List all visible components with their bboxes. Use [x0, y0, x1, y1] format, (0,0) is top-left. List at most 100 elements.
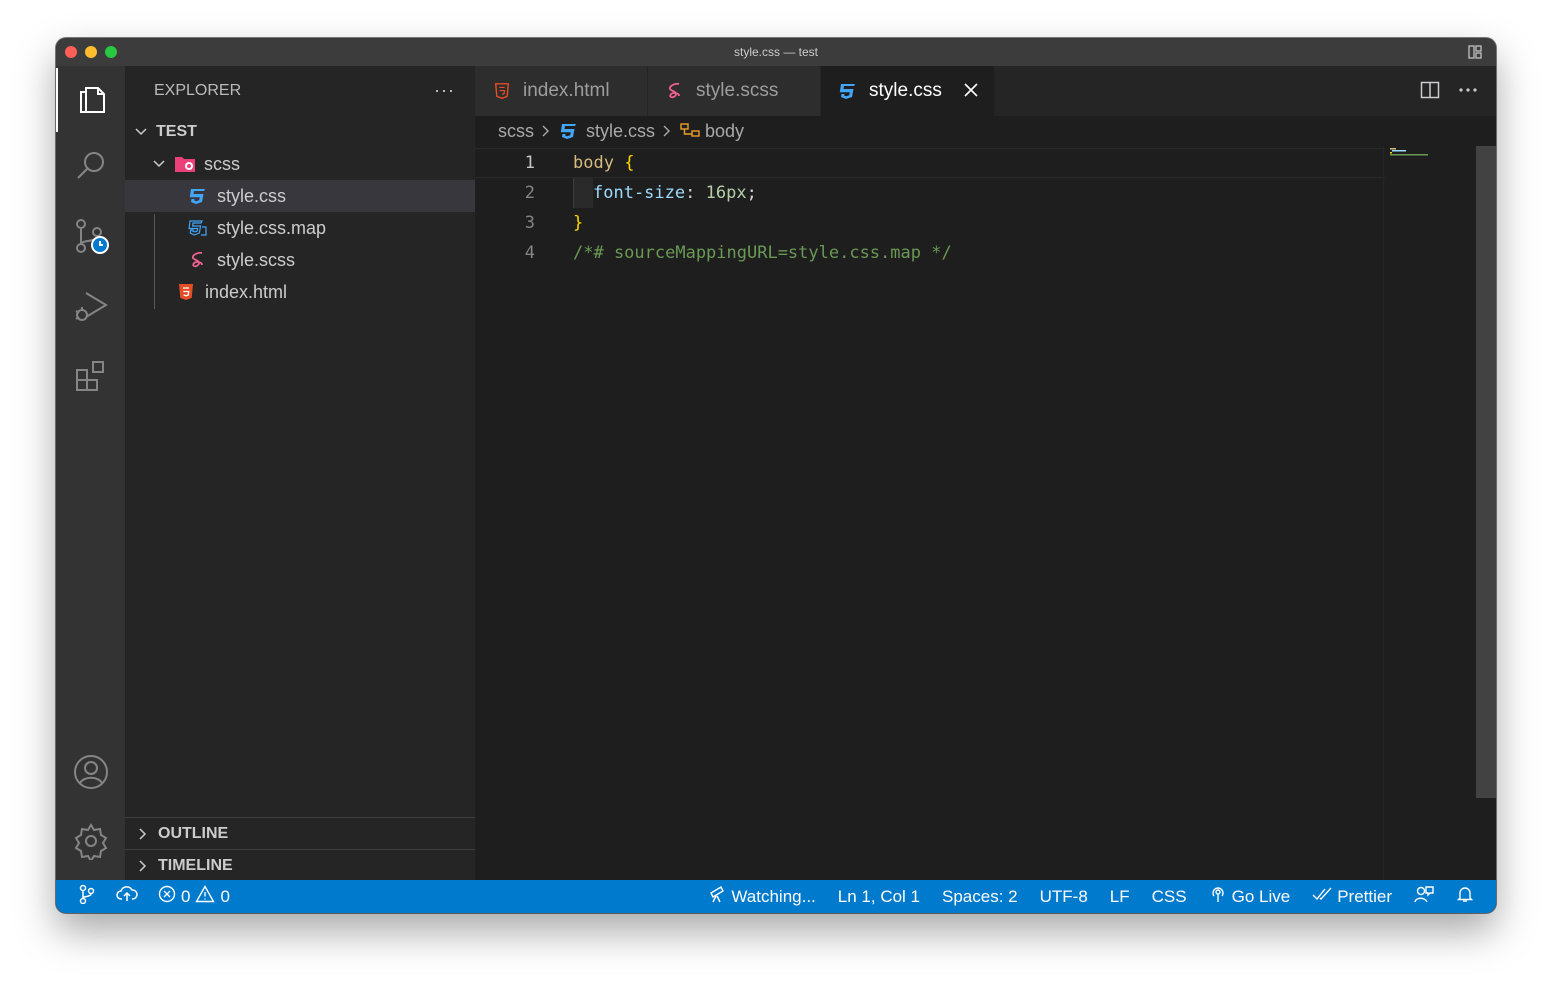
- extensions-icon: [73, 358, 109, 399]
- explorer-activity-button[interactable]: [56, 68, 125, 132]
- manage-activity-button[interactable]: [56, 811, 125, 875]
- tab-index-html[interactable]: index.html: [475, 66, 648, 116]
- breadcrumb-folder[interactable]: scss: [498, 121, 534, 142]
- run-debug-activity-button[interactable]: [56, 276, 125, 340]
- code-line[interactable]: 3 }: [475, 208, 1385, 238]
- workspace-folder-test[interactable]: TEST: [125, 116, 475, 148]
- tree-file-style-scss[interactable]: style.scss: [125, 244, 475, 276]
- explorer-title: EXPLORER: [154, 82, 242, 99]
- code-content: body {: [573, 153, 634, 173]
- line-number: 2: [524, 183, 535, 203]
- prettier-label: Prettier: [1337, 886, 1392, 906]
- tree-file-style-css-map[interactable]: style.css.map: [125, 212, 475, 244]
- line-number: 4: [524, 243, 535, 263]
- tab-label: style.scss: [696, 80, 779, 101]
- go-live-label: Go Live: [1231, 886, 1291, 906]
- code-line[interactable]: 4 /*# sourceMappingURL=style.css.map */: [475, 238, 1385, 268]
- sidebar-collapsed-sections: OUTLINE TIMELINE: [125, 817, 475, 881]
- css3-icon: [837, 80, 859, 102]
- css-colon: :: [685, 183, 706, 203]
- bell-icon: [1456, 885, 1474, 908]
- symbol-class-icon: [679, 120, 701, 142]
- line-number: 3: [524, 213, 535, 233]
- problems-status[interactable]: 0 0: [158, 885, 230, 908]
- sass-icon: [187, 249, 209, 271]
- breadcrumb-symbol[interactable]: body: [679, 120, 744, 142]
- css-semicolon: ;: [746, 183, 757, 203]
- extensions-activity-button[interactable]: [56, 346, 125, 410]
- cursor-position[interactable]: Ln 1, Col 1: [838, 887, 920, 907]
- chevron-right-icon: [540, 124, 552, 138]
- tab-style-scss[interactable]: style.scss: [648, 66, 821, 116]
- tree-file-index-html[interactable]: index.html: [125, 276, 475, 308]
- css-selector: body: [573, 153, 614, 173]
- gear-icon: [72, 822, 110, 865]
- account-icon: [72, 753, 110, 796]
- breadcrumb-file[interactable]: style.css: [558, 120, 655, 142]
- notifications-button[interactable]: [1456, 885, 1474, 908]
- maximize-window-button[interactable]: [105, 46, 117, 58]
- minimize-window-button[interactable]: [85, 46, 97, 58]
- window-controls: [65, 46, 117, 58]
- tab-label: index.html: [523, 80, 610, 101]
- accounts-activity-button[interactable]: [56, 742, 125, 806]
- tab-label: style.css: [869, 80, 942, 101]
- tree-file-style-css[interactable]: style.css: [125, 180, 475, 212]
- code-line[interactable]: 2 font-size: 16px;: [475, 178, 1385, 208]
- language-mode[interactable]: CSS: [1152, 887, 1187, 907]
- css-property: font-size: [593, 183, 686, 203]
- sass-watch-status[interactable]: Watching...: [708, 885, 816, 908]
- feedback-button[interactable]: [1414, 885, 1434, 908]
- timeline-section[interactable]: TIMELINE: [125, 849, 475, 881]
- more-actions-icon[interactable]: ···: [434, 80, 455, 101]
- encoding-status[interactable]: UTF-8: [1040, 887, 1088, 907]
- error-count: 0: [181, 886, 191, 906]
- search-activity-button[interactable]: [56, 136, 125, 200]
- source-control-icon: [71, 216, 111, 261]
- feedback-icon: [1414, 885, 1434, 908]
- status-bar-right: Watching... Ln 1, Col 1 Spaces: 2 UTF-8 …: [708, 880, 1474, 913]
- breadcrumb: scss style.css body: [475, 116, 1496, 146]
- css3-icon: [558, 120, 580, 142]
- go-live-button[interactable]: Go Live: [1209, 885, 1291, 908]
- sync-status[interactable]: [116, 885, 138, 908]
- code-editor[interactable]: 1 body { 2 font-size: 16px; 3 } 4 /*# so…: [475, 146, 1496, 880]
- close-window-button[interactable]: [65, 46, 77, 58]
- warning-count: 0: [220, 886, 230, 906]
- git-branch-icon: [78, 884, 96, 909]
- explorer-header: EXPLORER ···: [125, 66, 475, 116]
- eol-status[interactable]: LF: [1110, 887, 1130, 907]
- explorer-sidebar: EXPLORER ··· TEST scss style.css style.c…: [125, 66, 475, 880]
- outline-label: OUTLINE: [158, 824, 229, 842]
- chevron-right-icon: [134, 857, 152, 875]
- breadcrumb-file-label: style.css: [586, 120, 656, 141]
- chevron-right-icon: [661, 124, 673, 138]
- more-actions-icon[interactable]: [1458, 80, 1478, 105]
- files-icon: [74, 80, 110, 121]
- vscode-window: style.css — test EXPLORER ··· TEST scss …: [56, 38, 1496, 913]
- split-editor-icon[interactable]: [1420, 80, 1440, 105]
- html5-icon: [491, 80, 513, 102]
- branch-status[interactable]: [78, 884, 96, 909]
- activity-bar: [56, 66, 125, 880]
- window-title: style.css — test: [733, 45, 819, 59]
- code-line[interactable]: 1 body {: [475, 148, 1385, 178]
- chevron-right-icon: [134, 825, 152, 843]
- minimap[interactable]: [1383, 146, 1475, 880]
- tree-folder-scss[interactable]: scss: [125, 148, 475, 180]
- sass-icon: [664, 80, 686, 102]
- vertical-scrollbar[interactable]: [1476, 146, 1496, 798]
- chevron-down-icon: [150, 155, 168, 173]
- html5-icon: [175, 281, 197, 303]
- layout-toggle-icon[interactable]: [1468, 45, 1482, 64]
- css-map-icon: [187, 217, 209, 239]
- outline-section[interactable]: OUTLINE: [125, 817, 475, 849]
- indentation-status[interactable]: Spaces: 2: [942, 887, 1018, 907]
- file-label: index.html: [205, 281, 288, 302]
- source-control-activity-button[interactable]: [56, 206, 125, 270]
- prettier-status[interactable]: Prettier: [1312, 886, 1392, 907]
- close-icon[interactable]: [962, 81, 980, 105]
- tab-style-css[interactable]: style.css: [821, 66, 995, 116]
- run-debug-icon: [72, 287, 110, 330]
- code-content: }: [573, 213, 583, 233]
